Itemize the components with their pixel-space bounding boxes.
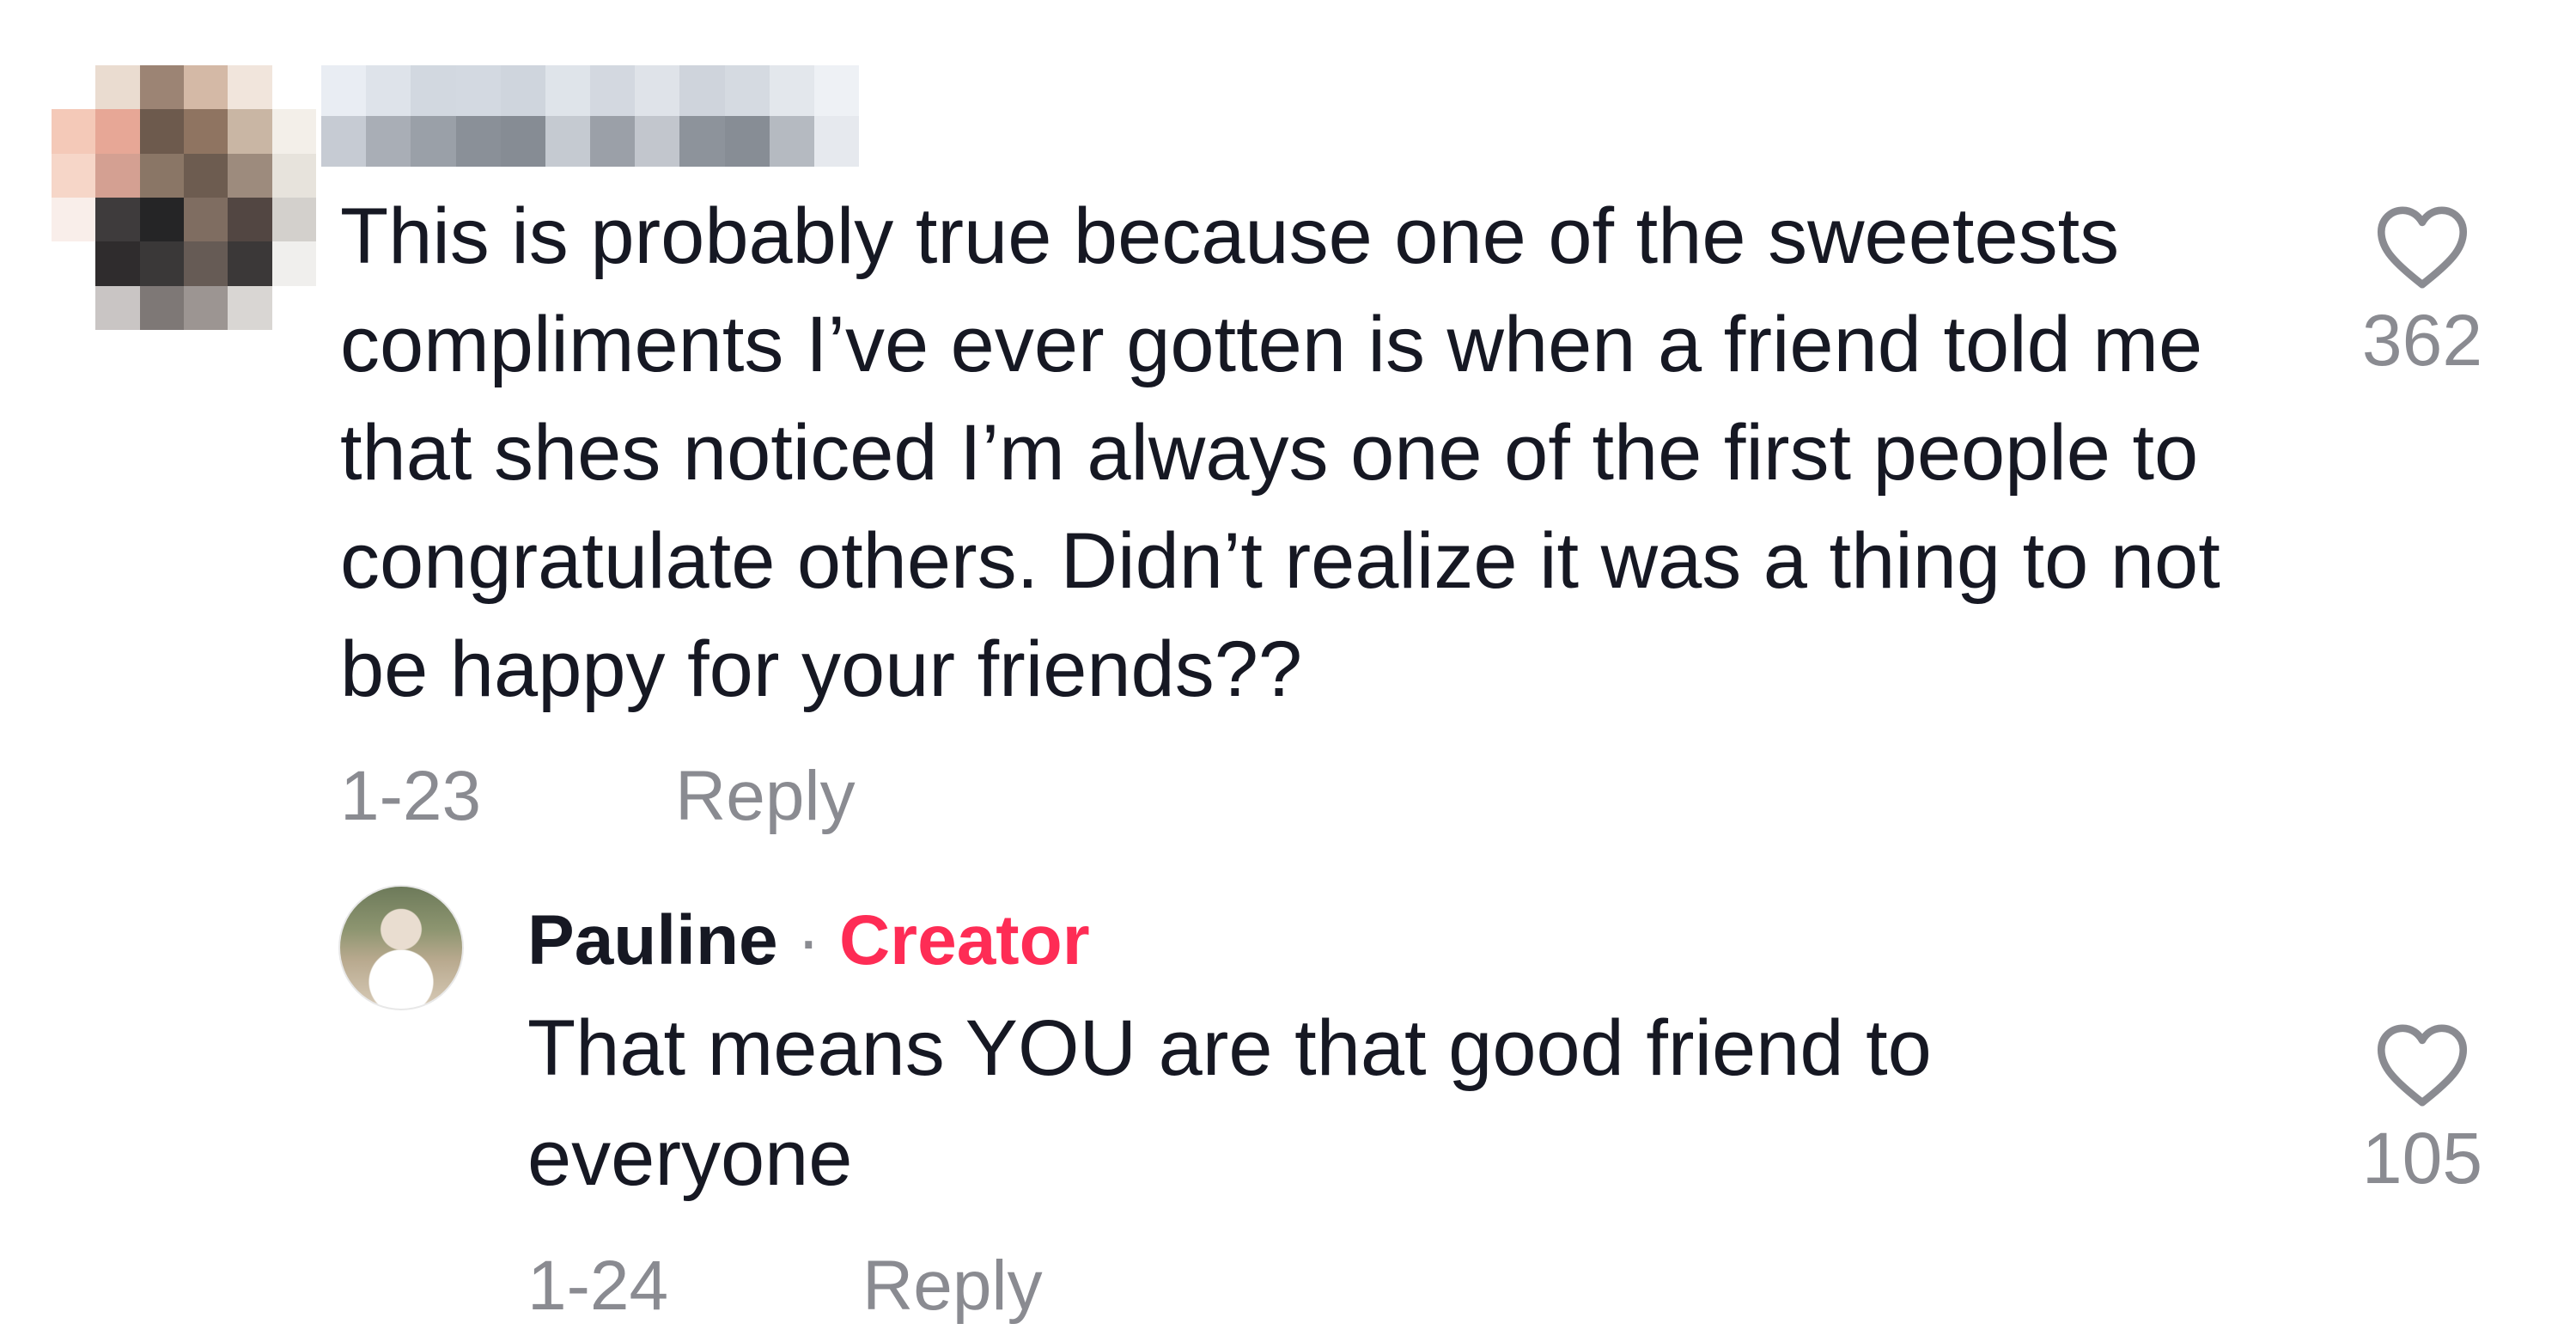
avatar-pixel-block [95,153,140,198]
comment-like-count: 362 [2361,300,2483,381]
username-pixel-block [679,116,725,167]
username-pixel-block [724,65,770,116]
avatar-pixel-block [183,65,228,110]
avatar-pixel-block [139,241,184,286]
username-pixel-block [500,116,545,167]
avatar-pixel-block [52,285,96,330]
avatar-pixel-block [95,65,140,110]
reply-like-count: 105 [2361,1118,2483,1199]
avatar-pixel-block [52,241,96,286]
avatar-pixel-block [95,285,140,330]
reply-author-avatar[interactable] [338,885,464,1010]
avatar-pixel-block [139,197,184,242]
avatar-pixel-block [95,241,140,286]
username-pixel-block [590,65,636,116]
username-pixel-block [500,65,545,116]
comment-thread: This is probably true because one of the… [0,0,2576,1342]
creator-badge: Creator [838,901,1090,979]
reply-header: Pauline · Creator [527,894,1090,988]
avatar-pixel-block [52,109,96,154]
username-pixel-block [724,116,770,167]
username-pixel-block [411,116,456,167]
avatar-pixel-block [139,285,184,330]
comment-date: 1-23 [340,757,482,835]
username-pixel-block [635,116,680,167]
username-pixel-block [545,65,590,116]
avatar-pixel-block [228,109,272,154]
avatar-pixel-block [228,153,272,198]
avatar-pixel-block [183,197,228,242]
reply-meta: 1-24 Reply [527,1246,1043,1327]
avatar-pixel-block [271,109,316,154]
reply-text: That means YOU are that good friend to e… [527,1004,1932,1202]
avatar-pixel-block [271,65,316,110]
username-pixel-block [813,65,859,116]
avatar-pixel-block [271,197,316,242]
heart-icon[interactable] [2375,1022,2469,1108]
avatar-pixel-block [183,241,228,286]
username-pixel-block [635,65,680,116]
reply-date: 1-24 [527,1247,669,1325]
avatar-pixel-block [52,153,96,198]
avatar-pixel-block [52,65,96,110]
username-pixel-block [321,116,367,167]
username-pixel-block [769,116,814,167]
avatar-pixel-block [183,109,228,154]
username-pixel-block [545,116,590,167]
reply-reply-button[interactable]: Reply [862,1246,1043,1327]
reply-author-name[interactable]: Pauline [527,894,778,988]
username-pixel-block [769,65,814,116]
username-pixel-block [455,116,501,167]
comment-like: 362 [2319,204,2525,382]
avatar-pixel-block [139,153,184,198]
avatar-pixel-block [52,197,96,242]
avatar-pixel-block [95,109,140,154]
reply-like: 105 [2319,1022,2525,1200]
avatar-pixel-block [95,197,140,242]
username-pixel-block [321,65,367,116]
commenter-username-pixelated[interactable] [321,65,859,167]
comment-reply-button[interactable]: Reply [675,756,856,837]
avatar-pixel-block [183,285,228,330]
username-pixel-block [366,116,411,167]
avatar-pixel-block [228,241,272,286]
username-pixel-block [590,116,636,167]
avatar-pixel-block [271,153,316,198]
comment-text: This is probably true because one of the… [340,192,2220,713]
heart-icon[interactable] [2375,204,2469,290]
comment-meta: 1-23 Reply [340,756,856,837]
avatar-pixel-block [183,153,228,198]
avatar-pixel-block [228,285,272,330]
commenter-avatar-pixelated[interactable] [52,65,316,330]
avatar-pixel-block [139,109,184,154]
username-pixel-block [411,65,456,116]
username-pixel-block [679,65,725,116]
username-pixel-block [455,65,501,116]
avatar-pixel-block [271,285,316,330]
username-pixel-block [813,116,859,167]
separator-dot: · [796,901,820,979]
avatar-pixel-block [228,65,272,110]
avatar-pixel-block [228,197,272,242]
username-pixel-block [366,65,411,116]
avatar-pixel-block [139,65,184,110]
avatar-pixel-block [271,241,316,286]
